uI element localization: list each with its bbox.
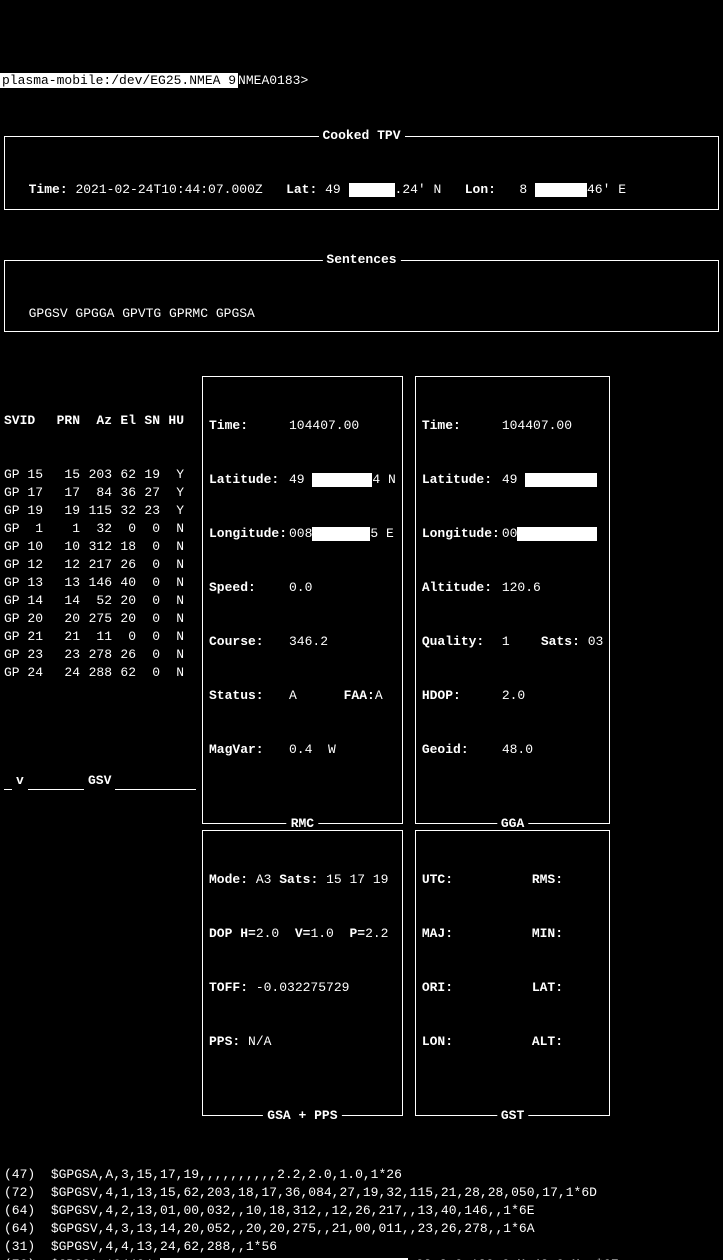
gsv-header: SVIDPRNAzElSNHU bbox=[4, 412, 196, 430]
lon-suffix: 46' E bbox=[587, 182, 626, 197]
gsv-row: GP 141452200N bbox=[4, 592, 196, 610]
gga-panel: Time:104407.00 Latitude:49 Longitude:00 … bbox=[415, 376, 610, 824]
gsv-row: GP 19191153223Y bbox=[4, 502, 196, 520]
sentence-types: GPGSV GPGGA GPVTG GPRMC GPGSA bbox=[29, 306, 255, 321]
lat-label: Lat: bbox=[286, 182, 317, 197]
gsv-row: GP 1313146400N bbox=[4, 574, 196, 592]
stream-line: (31) $GPGSV,4,4,13,24,62,288,,1*56 bbox=[4, 1238, 719, 1256]
cooked-tpv-panel: Cooked TPV Time: 2021-02-24T10:44:07.000… bbox=[4, 136, 719, 210]
lat-prefix: 49 bbox=[325, 182, 348, 197]
gsv-row: GP 2424288620N bbox=[4, 664, 196, 682]
gsv-row: GP 15152036219Y bbox=[4, 466, 196, 484]
lon-redacted bbox=[535, 183, 587, 197]
title-bar: plasma-mobile:/dev/EG25.NMEA 9NMEA0183> bbox=[0, 72, 723, 90]
gst-label: GST bbox=[497, 1107, 528, 1125]
rmc-panel: Time:104407.00 Latitude:49 4 N Longitude… bbox=[202, 376, 403, 824]
gsapps-panel: Mode: A3 Sats: 15 17 19 DOP H=2.0 V=1.0 … bbox=[202, 830, 403, 1116]
gsv-row: GP 2020275200N bbox=[4, 610, 196, 628]
sentences-label: Sentences bbox=[322, 251, 400, 269]
title-extra: NMEA0183> bbox=[238, 73, 308, 88]
gsv-vmark: v bbox=[12, 772, 28, 790]
lat-redacted bbox=[349, 183, 395, 197]
time-value: 2021-02-24T10:44:07.000Z bbox=[75, 182, 262, 197]
stream-line: (64) $GPGSV,4,2,13,01,00,032,,10,18,312,… bbox=[4, 1202, 719, 1220]
lon-label: Lon: bbox=[465, 182, 496, 197]
sentences-panel: Sentences GPGSV GPGGA GPVTG GPRMC GPGSA bbox=[4, 260, 719, 332]
gst-panel: UTC:RMS: MAJ:MIN: ORI:LAT: LON:ALT: GST bbox=[415, 830, 610, 1116]
lat-suffix: .24' N bbox=[395, 182, 442, 197]
stream-line: (76) $GPGGA,104404.,03,2.0,120.6,M,48.0,… bbox=[4, 1256, 719, 1260]
gsv-row: GP 1212217260N bbox=[4, 556, 196, 574]
stream-line: (72) $GPGSV,4,1,13,15,62,203,18,17,36,08… bbox=[4, 1184, 719, 1202]
gsv-row: GP 113200N bbox=[4, 520, 196, 538]
gsv-panel-label: GSV bbox=[84, 772, 115, 790]
time-label: Time: bbox=[29, 182, 68, 197]
gsv-row: GP 1717843627Y bbox=[4, 484, 196, 502]
stream-line: (64) $GPGSV,4,3,13,14,20,052,,20,20,275,… bbox=[4, 1220, 719, 1238]
gsv-row: GP 1010312180N bbox=[4, 538, 196, 556]
app-title: plasma-mobile:/dev/EG25.NMEA 9 bbox=[0, 73, 238, 88]
lon-prefix: 8 bbox=[504, 182, 535, 197]
stream-line: (47) $GPGSA,A,3,15,17,19,,,,,,,,,,2.2,2.… bbox=[4, 1166, 719, 1184]
gsv-row: GP 2323278260N bbox=[4, 646, 196, 664]
gsapps-label: GSA + PPS bbox=[263, 1107, 341, 1125]
gsv-row: GP 21211100N bbox=[4, 628, 196, 646]
nmea-stream: (47) $GPGSA,A,3,15,17,19,,,,,,,,,,2.2,2.… bbox=[4, 1166, 719, 1260]
cooked-label: Cooked TPV bbox=[318, 127, 404, 145]
gsv-table: SVIDPRNAzElSNHU GP 15152036219YGP 171784… bbox=[4, 376, 196, 780]
